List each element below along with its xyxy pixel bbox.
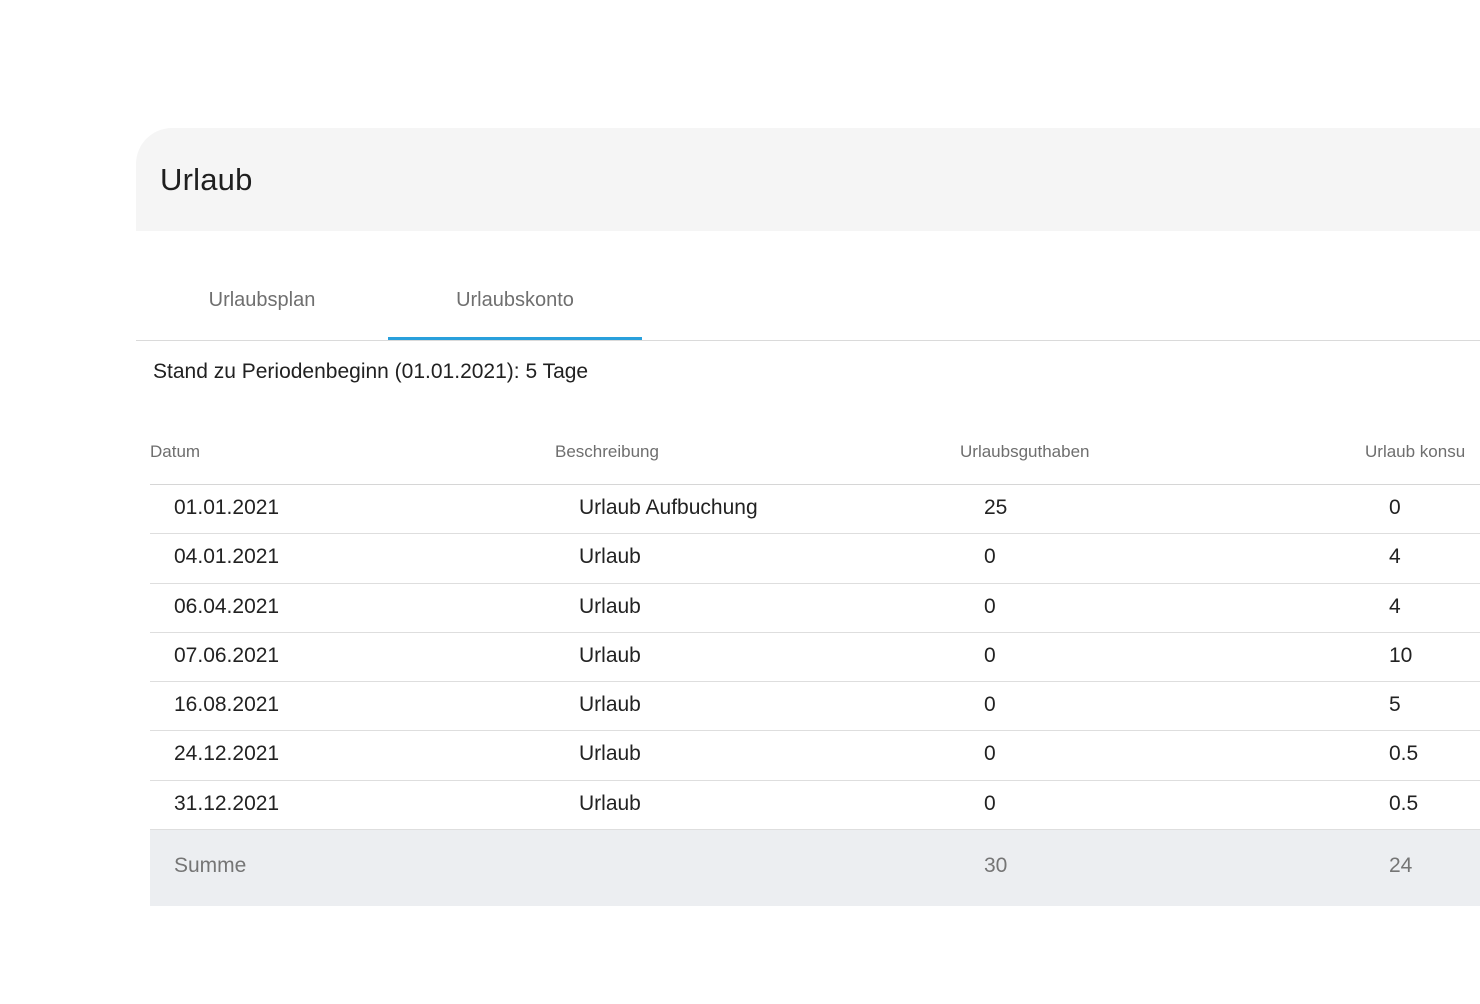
cell-beschreibung: Urlaub: [579, 594, 641, 618]
cell-beschreibung: Urlaub: [579, 791, 641, 815]
cell-urlaub-konsumiert: 4: [1389, 545, 1401, 569]
vacation-card: Urlaub Urlaubsplan Urlaubskonto Stand zu…: [136, 128, 1480, 918]
cell-beschreibung: Urlaub Aufbuchung: [579, 496, 758, 519]
cell-beschreibung: Urlaub: [579, 643, 641, 667]
cell-datum: 06.04.2021: [174, 594, 280, 618]
cell-datum: 04.01.2021: [174, 545, 280, 569]
table-header: Datum Beschreibung Urlaubsguthaben Urlau…: [150, 432, 1480, 485]
vacation-account-table: Datum Beschreibung Urlaubsguthaben Urlau…: [150, 432, 1480, 907]
sum-urlaubsguthaben: 30: [984, 854, 1008, 878]
cell-datum: 16.08.2021: [174, 693, 280, 717]
cell-urlaub-konsumiert: 10: [1389, 643, 1413, 667]
column-header-beschreibung[interactable]: Beschreibung: [555, 442, 659, 462]
cell-urlaubsguthaben: 0: [984, 594, 996, 618]
table-row: 24.12.2021 Urlaub 0 0.5: [150, 731, 1480, 781]
cell-beschreibung: Urlaub: [579, 742, 641, 766]
sum-label: Summe: [174, 854, 247, 878]
table-row: 04.01.2021 Urlaub 0 4: [150, 534, 1480, 584]
table-row: 07.06.2021 Urlaub 0 10: [150, 633, 1480, 683]
cell-urlaub-konsumiert: 0.5: [1389, 742, 1419, 766]
column-header-datum[interactable]: Datum: [150, 442, 200, 462]
cell-datum: 01.01.2021: [174, 496, 280, 519]
period-start-balance: Stand zu Periodenbeginn (01.01.2021): 5 …: [153, 360, 589, 383]
card-title: Urlaub: [160, 162, 253, 197]
cell-datum: 07.06.2021: [174, 643, 280, 667]
cell-urlaub-konsumiert: 5: [1389, 693, 1401, 717]
cell-urlaub-konsumiert: 0.5: [1389, 791, 1419, 815]
table-row: 31.12.2021 Urlaub 0 0.5: [150, 781, 1480, 831]
sum-urlaub-konsumiert: 24: [1389, 854, 1413, 878]
cell-urlaubsguthaben: 25: [984, 496, 1008, 519]
table-row: 01.01.2021 Urlaub Aufbuchung 25 0: [150, 485, 1480, 535]
cell-beschreibung: Urlaub: [579, 693, 641, 717]
tab-bar: Urlaubsplan Urlaubskonto: [136, 231, 1480, 341]
cell-urlaubsguthaben: 0: [984, 791, 996, 815]
tab-urlaubsplan[interactable]: Urlaubsplan: [136, 231, 388, 340]
cell-datum: 31.12.2021: [174, 791, 280, 815]
card-header: Urlaub: [136, 128, 1480, 231]
sum-row: Summe 30 24: [150, 830, 1480, 907]
cell-urlaubsguthaben: 0: [984, 742, 996, 766]
column-header-urlaubsguthaben[interactable]: Urlaubsguthaben: [960, 442, 1089, 462]
cell-urlaubsguthaben: 0: [984, 545, 996, 569]
cell-datum: 24.12.2021: [174, 742, 280, 766]
cell-urlaubsguthaben: 0: [984, 643, 996, 667]
cell-urlaub-konsumiert: 0: [1389, 496, 1401, 519]
column-header-urlaub-konsumiert[interactable]: Urlaub konsu: [1365, 442, 1465, 462]
cell-urlaub-konsumiert: 4: [1389, 594, 1401, 618]
cell-beschreibung: Urlaub: [579, 545, 641, 569]
cell-urlaubsguthaben: 0: [984, 693, 996, 717]
table-row: 16.08.2021 Urlaub 0 5: [150, 682, 1480, 732]
tab-urlaubskonto[interactable]: Urlaubskonto: [388, 231, 642, 340]
table-row: 06.04.2021 Urlaub 0 4: [150, 584, 1480, 633]
